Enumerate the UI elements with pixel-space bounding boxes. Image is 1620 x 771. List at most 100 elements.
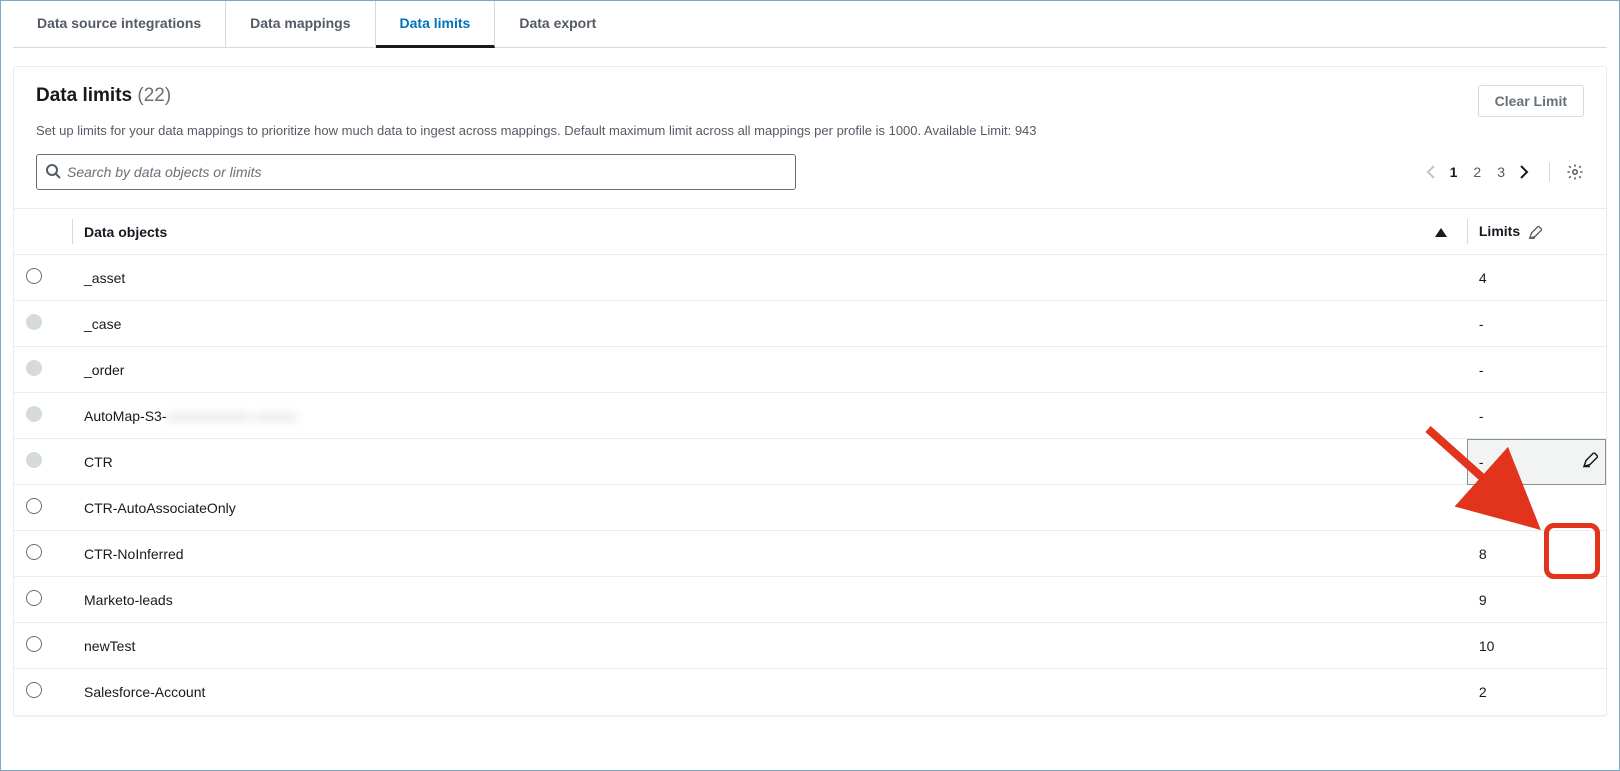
limit-cell: 9 bbox=[1467, 577, 1606, 623]
row-select-cell bbox=[14, 301, 72, 347]
panel-title: Data limits (22) bbox=[36, 85, 171, 106]
limit-value: - bbox=[1479, 408, 1484, 424]
row-radio[interactable] bbox=[26, 268, 42, 284]
data-object-name: newTest bbox=[84, 638, 135, 654]
row-radio bbox=[26, 406, 42, 422]
limit-value: - bbox=[1479, 362, 1484, 378]
limit-value: 8 bbox=[1479, 546, 1487, 562]
limit-cell: 8 bbox=[1467, 531, 1606, 577]
page-2[interactable]: 2 bbox=[1473, 164, 1481, 180]
table-row: CTR-NoInferred 8 bbox=[14, 531, 1606, 577]
row-radio bbox=[26, 452, 42, 468]
table-row: _order - bbox=[14, 347, 1606, 393]
limit-cell: 10 bbox=[1467, 623, 1606, 669]
limit-cell[interactable]: - bbox=[1467, 439, 1606, 485]
data-object-cell: _case bbox=[72, 301, 1467, 347]
gear-icon bbox=[1566, 163, 1584, 181]
search-icon bbox=[45, 163, 67, 182]
page-root: Data source integrationsData mappingsDat… bbox=[0, 0, 1620, 771]
data-limits-panel: Data limits (22) Clear Limit Set up limi… bbox=[13, 66, 1607, 716]
row-radio[interactable] bbox=[26, 498, 42, 514]
row-select-cell bbox=[14, 393, 72, 439]
panel-title-text: Data limits bbox=[36, 85, 132, 106]
page-3[interactable]: 3 bbox=[1497, 164, 1505, 180]
data-object-name: CTR bbox=[84, 454, 113, 470]
table-header-row: Data objects Limits bbox=[14, 209, 1606, 255]
tab-data-limits[interactable]: Data limits bbox=[376, 1, 496, 48]
col-data-objects-label: Data objects bbox=[84, 224, 167, 240]
row-radio bbox=[26, 314, 42, 330]
col-select bbox=[14, 209, 72, 255]
row-radio[interactable] bbox=[26, 590, 42, 606]
data-object-name: CTR-AutoAssociateOnly bbox=[84, 500, 236, 516]
page-next-button[interactable] bbox=[1519, 165, 1529, 179]
table-row: AutoMap-S3-xxxxxxxxxxxx-xxxxxx- bbox=[14, 393, 1606, 439]
col-sort-indicator[interactable] bbox=[1423, 209, 1467, 255]
pager-divider bbox=[1549, 162, 1550, 182]
panel-header: Data limits (22) Clear Limit bbox=[36, 85, 1584, 117]
table-row: CTR-AutoAssociateOnly 6 bbox=[14, 485, 1606, 531]
pagination: 123 bbox=[1426, 162, 1584, 182]
row-select-cell bbox=[14, 255, 72, 301]
data-object-cell: Salesforce-Account bbox=[72, 669, 1467, 715]
row-select-cell bbox=[14, 531, 72, 577]
row-radio[interactable] bbox=[26, 636, 42, 652]
data-object-name: _order bbox=[84, 362, 124, 378]
row-radio[interactable] bbox=[26, 544, 42, 560]
row-select-cell bbox=[14, 577, 72, 623]
limit-cell: - bbox=[1467, 393, 1606, 439]
edit-limit-button[interactable] bbox=[1582, 452, 1598, 471]
tab-data-mappings[interactable]: Data mappings bbox=[226, 1, 375, 47]
table-row: Marketo-leads 9 bbox=[14, 577, 1606, 623]
tab-data-export[interactable]: Data export bbox=[495, 1, 620, 47]
data-object-cell: _asset bbox=[72, 255, 1467, 301]
limit-cell: - bbox=[1467, 347, 1606, 393]
col-limits[interactable]: Limits bbox=[1467, 209, 1606, 255]
table-row: _case - bbox=[14, 301, 1606, 347]
data-limits-table: Data objects Limits _asset 4 _case - _order -… bbox=[14, 208, 1606, 715]
limit-value: 2 bbox=[1479, 684, 1487, 700]
row-select-cell bbox=[14, 485, 72, 531]
table-row: CTR - bbox=[14, 439, 1606, 485]
data-object-cell: Marketo-leads bbox=[72, 577, 1467, 623]
col-limits-label: Limits bbox=[1479, 223, 1520, 239]
limit-value: 9 bbox=[1479, 592, 1487, 608]
data-object-name: AutoMap-S3- bbox=[84, 408, 166, 424]
row-radio bbox=[26, 360, 42, 376]
data-object-name: CTR-NoInferred bbox=[84, 546, 184, 562]
limit-cell: - bbox=[1467, 301, 1606, 347]
row-select-cell bbox=[14, 347, 72, 393]
data-object-cell: _order bbox=[72, 347, 1467, 393]
row-radio[interactable] bbox=[26, 682, 42, 698]
col-data-objects[interactable]: Data objects bbox=[72, 209, 1423, 255]
data-object-cell: CTR bbox=[72, 439, 1467, 485]
data-object-cell: newTest bbox=[72, 623, 1467, 669]
panel-title-wrap: Data limits (22) bbox=[36, 85, 171, 107]
data-object-name: _case bbox=[84, 316, 121, 332]
data-object-name: _asset bbox=[84, 270, 125, 286]
table-row: newTest 10 bbox=[14, 623, 1606, 669]
data-object-cell: CTR-NoInferred bbox=[72, 531, 1467, 577]
data-object-name: Marketo-leads bbox=[84, 592, 173, 608]
clear-limit-button[interactable]: Clear Limit bbox=[1478, 85, 1584, 117]
panel-description: Set up limits for your data mappings to … bbox=[36, 123, 1584, 138]
page-1[interactable]: 1 bbox=[1450, 164, 1458, 180]
edit-icon bbox=[1528, 226, 1542, 240]
page-prev-button[interactable] bbox=[1426, 165, 1436, 179]
search-input[interactable] bbox=[67, 164, 787, 180]
search-field[interactable] bbox=[36, 154, 796, 190]
data-object-name: Salesforce-Account bbox=[84, 684, 205, 700]
tab-data-source-integrations[interactable]: Data source integrations bbox=[13, 1, 226, 47]
sort-ascending-icon bbox=[1435, 228, 1447, 237]
limit-value: - bbox=[1479, 454, 1484, 470]
settings-button[interactable] bbox=[1566, 163, 1584, 181]
limit-cell: 4 bbox=[1467, 255, 1606, 301]
limit-value: - bbox=[1479, 316, 1484, 332]
limit-value: 10 bbox=[1479, 638, 1495, 654]
row-select-cell bbox=[14, 669, 72, 715]
data-object-cell: AutoMap-S3-xxxxxxxxxxxx-xxxxxx bbox=[72, 393, 1467, 439]
limit-value: 6 bbox=[1479, 500, 1487, 516]
table-row: Salesforce-Account 2 bbox=[14, 669, 1606, 715]
limit-value: 4 bbox=[1479, 270, 1487, 286]
table-row: _asset 4 bbox=[14, 255, 1606, 301]
